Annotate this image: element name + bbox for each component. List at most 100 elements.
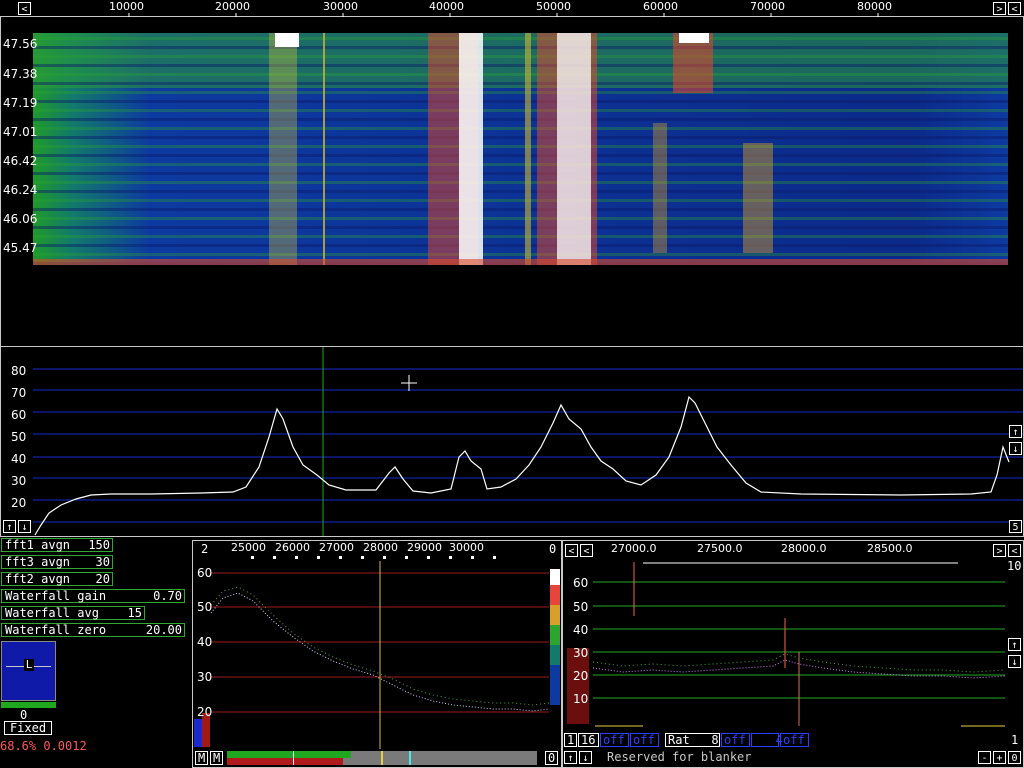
- waterfall-streak: [33, 127, 1008, 130]
- spectrum-y-label-30: 30: [11, 474, 27, 488]
- waterfall-streak: [33, 181, 1008, 184]
- time-label-0: 47.56: [3, 37, 38, 51]
- waterfall-streak: [33, 64, 1008, 67]
- spectrum-y-label-80: 80: [11, 364, 27, 378]
- time-label-5: 46.24: [3, 183, 38, 197]
- time-label-3: 47.01: [3, 125, 38, 139]
- ruler-ticks: [128, 13, 879, 17]
- hires-ctrl-1[interactable]: 1: [564, 733, 577, 747]
- param-fft3-avgn[interactable]: fft3 avgn 30: [1, 555, 113, 569]
- bb-marker-2: [381, 751, 383, 765]
- hires-graph[interactable]: [563, 556, 1023, 736]
- time-label-7: 45.47: [3, 241, 38, 255]
- spectrum-graph[interactable]: [1, 347, 1023, 536]
- spectrum-panel[interactable]: 80 70 60 50 40 30 20 ↑ ↓ ↑ ↓ 5: [0, 346, 1024, 537]
- waterfall-streak: [33, 37, 1008, 40]
- spectrum-scale-button[interactable]: 5: [1009, 520, 1022, 533]
- param-waterfall-zero[interactable]: Waterfall zero 20.00: [1, 623, 185, 637]
- waterfall-streak: [33, 136, 1008, 139]
- spectrum-up-right-button[interactable]: ↑: [1009, 425, 1022, 438]
- hires-ctrl-off-4[interactable]: off: [780, 733, 809, 747]
- hires-panel[interactable]: < < 27000.0 27500.0 28000.0 28500.0 > < …: [562, 540, 1024, 768]
- waterfall-streak: [33, 73, 1008, 76]
- param-fft1-avgn[interactable]: fft1 avgn 150: [1, 538, 113, 552]
- param-label: Waterfall gain: [5, 589, 107, 603]
- waterfall-streak: [33, 208, 1008, 211]
- bb-m-button-1[interactable]: M: [195, 751, 208, 765]
- meter-l-label: L: [24, 658, 34, 671]
- hires-up-button[interactable]: ↑: [1008, 638, 1021, 651]
- spectrum-up-left-button[interactable]: ↑: [3, 520, 16, 533]
- hires-ctrl-4[interactable]: 4: [751, 733, 783, 747]
- param-value: 0.70: [153, 589, 182, 603]
- waterfall-streak: [33, 55, 1008, 58]
- param-label: fft1 avgn: [5, 538, 71, 552]
- fixed-button[interactable]: Fixed: [4, 721, 52, 735]
- spectrum-y-label-50: 50: [11, 430, 27, 444]
- waterfall-streak: [33, 253, 1008, 256]
- waterfall-panel[interactable]: 47.56 47.38 47.19 47.01 46.42 46.24 46.0…: [0, 17, 1024, 346]
- param-label: Waterfall zero: [5, 623, 107, 637]
- spectrum-down-right-button[interactable]: ↓: [1009, 442, 1022, 455]
- waterfall-streak: [33, 109, 1008, 112]
- hires-up-small-button[interactable]: ↑: [564, 751, 577, 764]
- time-label-1: 47.38: [3, 67, 38, 81]
- hires-ctrl-off-3[interactable]: off: [721, 733, 750, 747]
- meter-value: 0: [20, 708, 28, 722]
- spectrum-y-label-20: 20: [11, 496, 27, 510]
- waterfall-streak: [33, 46, 1008, 49]
- bb-marker-1: [293, 751, 294, 765]
- baseband-graph[interactable]: [193, 553, 561, 753]
- param-fft2-avgn[interactable]: fft2 avgn 20: [1, 572, 113, 586]
- hr-y-label-30: 30: [573, 646, 589, 660]
- waterfall-streak: [33, 91, 1008, 94]
- waterfall-streak: [33, 100, 1008, 103]
- waterfall-display[interactable]: [33, 33, 1008, 265]
- hires-minus-button[interactable]: -: [978, 751, 991, 764]
- waterfall-streak: [33, 217, 1008, 220]
- param-waterfall-gain[interactable]: Waterfall gain 0.70: [1, 589, 185, 603]
- parameter-panel: fft1 avgn 150 fft3 avgn 30 fft2 avgn 20 Wat…: [0, 537, 192, 768]
- bb-level-red: [227, 758, 343, 765]
- spectrum-y-label-60: 60: [11, 408, 27, 422]
- param-waterfall-avg[interactable]: Waterfall avg 15: [1, 606, 145, 620]
- waterfall-streak: [33, 82, 1008, 85]
- baseband-panel[interactable]: 2 25000 26000 27000 28000 29000 30000 0: [192, 540, 562, 768]
- param-value: 20: [95, 572, 110, 586]
- waterfall-streak: [33, 172, 1008, 175]
- blanker-text: Reserved for blanker: [607, 750, 752, 764]
- waterfall-streak: [33, 163, 1008, 166]
- bb-y-label-60: 60: [197, 566, 213, 580]
- hr-freq-28500: 28500.0: [867, 542, 913, 555]
- bb-marker-3: [409, 751, 411, 765]
- hires-down-button[interactable]: ↓: [1008, 655, 1021, 668]
- hires-zero-button[interactable]: 0: [1008, 751, 1021, 764]
- waterfall-streak: [33, 145, 1008, 148]
- spectrum-down-left-button[interactable]: ↓: [18, 520, 31, 533]
- bb-m-button-2[interactable]: M: [210, 751, 223, 765]
- hr-y-label-10: 10: [573, 692, 589, 706]
- bb-level-bar[interactable]: [227, 751, 537, 765]
- hr-y-label-60: 60: [573, 576, 589, 590]
- hires-ctrl-16[interactable]: 16: [578, 733, 599, 747]
- param-label: fft3 avgn: [5, 555, 71, 569]
- bb-y-label-20: 20: [197, 705, 213, 719]
- bb-zero-button[interactable]: 0: [545, 751, 558, 765]
- param-value: 150: [88, 538, 110, 552]
- time-label-6: 46.06: [3, 212, 38, 226]
- waterfall-streak: [33, 244, 1008, 247]
- bb-level-green: [227, 751, 351, 758]
- hires-ctrl-off-2[interactable]: off: [630, 733, 659, 747]
- hires-plus-button[interactable]: +: [993, 751, 1006, 764]
- hires-down-small-button[interactable]: ↓: [579, 751, 592, 764]
- bb-y-label-30: 30: [197, 670, 213, 684]
- hires-ctrl-rat[interactable]: Rat 8: [665, 733, 720, 747]
- meter-slider[interactable]: [1, 702, 56, 708]
- level-meter[interactable]: L: [1, 641, 56, 701]
- param-value: 30: [95, 555, 110, 569]
- spectrum-trace: [34, 395, 1010, 536]
- waterfall-streak: [33, 199, 1008, 202]
- bb-y-label-50: 50: [197, 600, 213, 614]
- hr-y-label-40: 40: [573, 623, 589, 637]
- hires-ctrl-off-1[interactable]: off: [600, 733, 629, 747]
